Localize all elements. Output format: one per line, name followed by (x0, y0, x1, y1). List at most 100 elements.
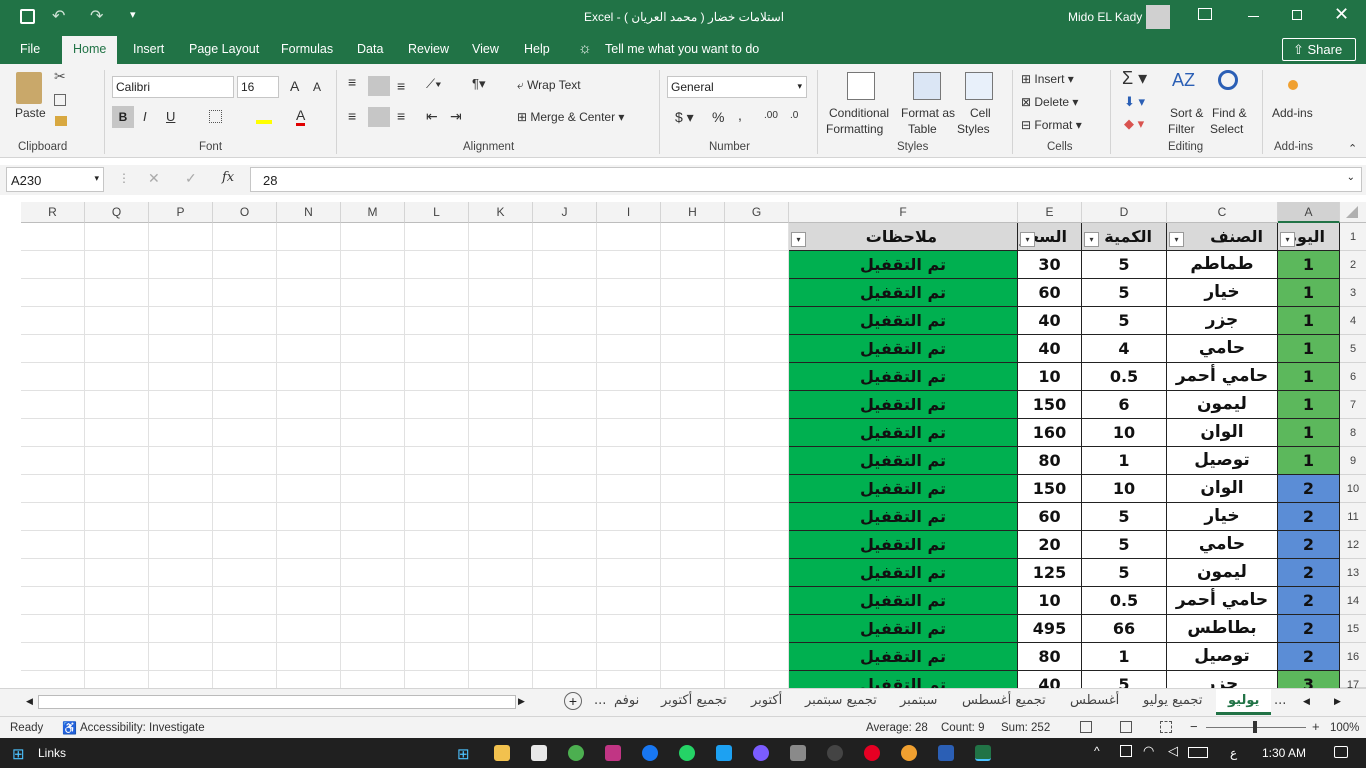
cell-e6[interactable]: 10 (1018, 363, 1082, 391)
column-header-m[interactable]: M (341, 202, 405, 223)
insert-cells-button[interactable]: ⊞ Insert ▾ (1021, 72, 1074, 86)
find-select-label[interactable]: Find & (1212, 106, 1247, 120)
empty-cell[interactable] (213, 587, 277, 615)
undo-icon[interactable]: ↶ (52, 6, 65, 26)
empty-cell[interactable] (405, 531, 469, 559)
sheet-tab-august[interactable]: أغسطس (1070, 693, 1119, 708)
empty-cell[interactable] (21, 223, 85, 251)
empty-cell[interactable] (597, 307, 661, 335)
empty-cell[interactable] (149, 475, 213, 503)
cell-a16[interactable]: 2 (1278, 643, 1340, 671)
cell-a11[interactable]: 2 (1278, 503, 1340, 531)
cell-c3[interactable]: خيار (1167, 279, 1278, 307)
cell-f8[interactable]: تم التقفيل (789, 419, 1018, 447)
empty-cell[interactable] (149, 587, 213, 615)
empty-cell[interactable] (469, 391, 533, 419)
empty-cell[interactable] (341, 447, 405, 475)
cell-f11[interactable]: تم التقفيل (789, 503, 1018, 531)
cell-e9[interactable]: 80 (1018, 447, 1082, 475)
empty-cell[interactable] (213, 447, 277, 475)
cell-f5[interactable]: تم التقفيل (789, 335, 1018, 363)
column-header-n[interactable]: N (277, 202, 341, 223)
customize-qat-icon[interactable]: ▾ (130, 8, 136, 21)
sort-filter-label-2[interactable]: Filter (1168, 122, 1195, 136)
empty-cell[interactable] (405, 223, 469, 251)
font-size-select[interactable]: 16 (237, 76, 279, 98)
calculator-icon[interactable] (790, 745, 806, 761)
select-all-corner[interactable] (1340, 202, 1366, 223)
empty-cell[interactable] (533, 559, 597, 587)
column-header-p[interactable]: P (149, 202, 213, 223)
conditional-formatting-label[interactable]: Conditional (829, 106, 889, 120)
empty-cell[interactable] (469, 363, 533, 391)
empty-cell[interactable] (661, 671, 725, 688)
hscroll-right-icon[interactable]: ▶ (518, 696, 525, 707)
empty-cell[interactable] (277, 419, 341, 447)
cell-d14[interactable]: 0.5 (1082, 587, 1167, 615)
empty-cell[interactable] (341, 223, 405, 251)
empty-cell[interactable] (21, 391, 85, 419)
minimize-icon[interactable] (1248, 16, 1259, 17)
empty-cell[interactable] (533, 391, 597, 419)
cell-a12[interactable]: 2 (1278, 531, 1340, 559)
twitter-icon[interactable] (716, 745, 732, 761)
row-header[interactable]: 14 (1340, 587, 1366, 615)
row-header[interactable]: 10 (1340, 475, 1366, 503)
empty-cell[interactable] (85, 531, 149, 559)
network-icon[interactable] (1120, 745, 1132, 757)
cell-a1[interactable]: اليوم ▾ (1278, 223, 1340, 251)
row-header[interactable]: 12 (1340, 531, 1366, 559)
add-sheet-icon[interactable]: + (564, 692, 582, 710)
format-cells-button[interactable]: ⊟ Format ▾ (1021, 118, 1082, 132)
cell-e12[interactable]: 20 (1018, 531, 1082, 559)
whatsapp-icon[interactable] (679, 745, 695, 761)
zoom-slider-thumb[interactable] (1253, 721, 1257, 733)
cell-styles-label[interactable]: Cell (970, 106, 991, 120)
cell-f3[interactable]: تم التقفيل (789, 279, 1018, 307)
clear-icon[interactable]: ◆ ▾ (1124, 116, 1144, 132)
tray-chevron-icon[interactable]: ^ (1094, 744, 1100, 758)
empty-cell[interactable] (213, 503, 277, 531)
sheet-tab-september[interactable]: سبتمبر (900, 693, 937, 708)
restore-icon[interactable] (1292, 10, 1302, 20)
empty-cell[interactable] (725, 475, 789, 503)
cell-c5[interactable]: حامي (1167, 335, 1278, 363)
empty-cell[interactable] (85, 307, 149, 335)
grow-font-icon[interactable]: A (290, 78, 299, 94)
empty-cell[interactable] (661, 643, 725, 671)
cell-d16[interactable]: 1 (1082, 643, 1167, 671)
bold-button[interactable]: B (112, 106, 134, 128)
tab-file[interactable]: File (20, 42, 40, 56)
empty-cell[interactable] (469, 447, 533, 475)
row-header[interactable]: 6 (1340, 363, 1366, 391)
cell-c15[interactable]: بطاطس (1167, 615, 1278, 643)
fill-icon[interactable]: ⬇ ▾ (1124, 94, 1145, 110)
empty-cell[interactable] (469, 671, 533, 688)
picsart-icon[interactable] (605, 745, 621, 761)
empty-cell[interactable] (405, 615, 469, 643)
conditional-formatting-icon[interactable] (847, 72, 875, 100)
zoom-level[interactable]: 100% (1330, 722, 1359, 734)
empty-cell[interactable] (661, 447, 725, 475)
cell-c11[interactable]: خيار (1167, 503, 1278, 531)
row-header[interactable]: 2 (1340, 251, 1366, 279)
filter-dropdown-icon[interactable]: ▾ (1020, 232, 1035, 247)
cell-d3[interactable]: 5 (1082, 279, 1167, 307)
sheet-tab-october-total[interactable]: تجميع أكتوبر (661, 693, 727, 708)
cell-f1[interactable]: ملاحظات ▾ (789, 223, 1018, 251)
column-header-l[interactable]: L (405, 202, 469, 223)
tab-page-layout[interactable]: Page Layout (189, 42, 259, 56)
cell-e15[interactable]: 495 (1018, 615, 1082, 643)
empty-cell[interactable] (149, 671, 213, 688)
cell-a8[interactable]: 1 (1278, 419, 1340, 447)
number-format-select[interactable]: General ▾ (667, 76, 807, 98)
empty-cell[interactable] (661, 279, 725, 307)
cell-c2[interactable]: طماطم (1167, 251, 1278, 279)
empty-cell[interactable] (21, 531, 85, 559)
cell-a6[interactable]: 1 (1278, 363, 1340, 391)
empty-cell[interactable] (725, 251, 789, 279)
copy-icon[interactable] (54, 94, 66, 106)
empty-cell[interactable] (405, 307, 469, 335)
decrease-indent-icon[interactable]: ⇤ (426, 108, 438, 125)
empty-cell[interactable] (469, 475, 533, 503)
